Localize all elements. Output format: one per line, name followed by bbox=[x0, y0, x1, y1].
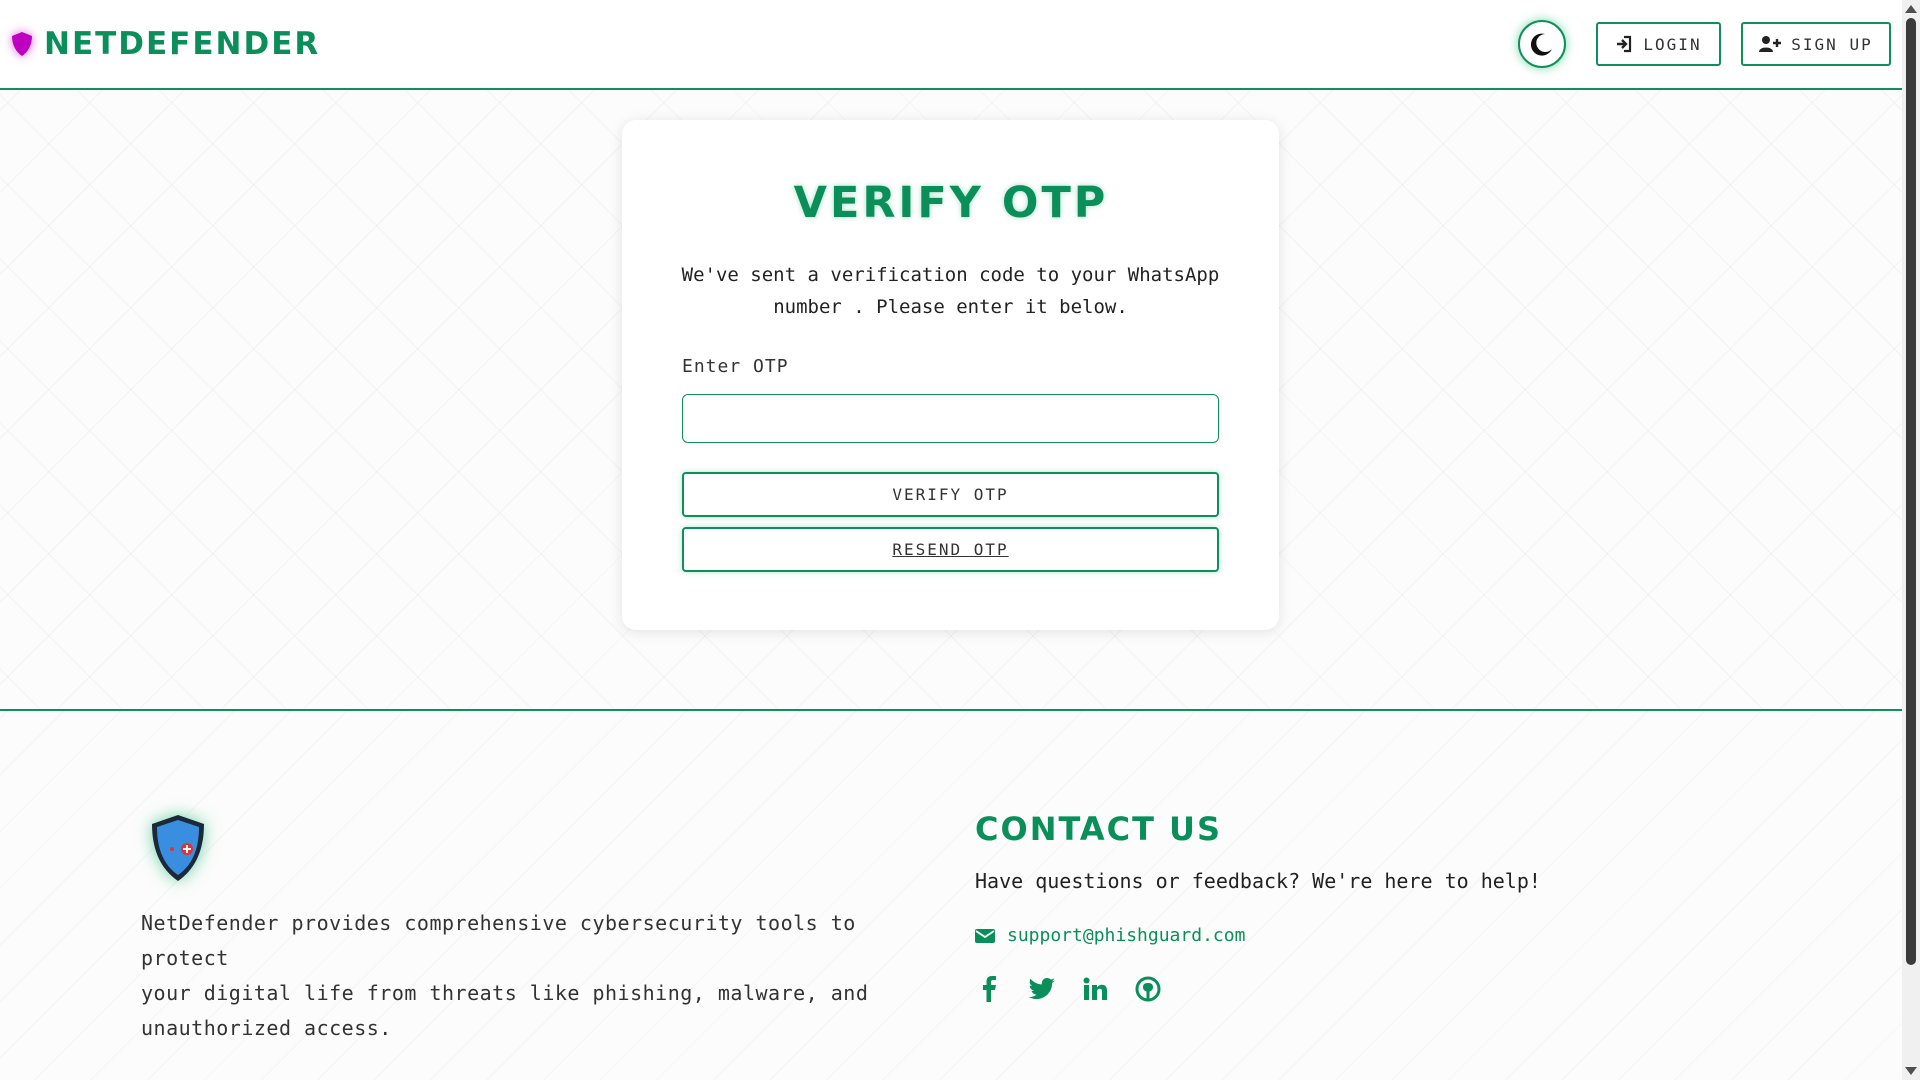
user-plus-icon bbox=[1759, 36, 1782, 52]
contact-email-link[interactable]: support@phishguard.com bbox=[975, 925, 1245, 946]
shield-icon bbox=[12, 32, 32, 56]
scrollbar-thumb[interactable] bbox=[1906, 18, 1916, 965]
about-line: your digital life from threats like phis… bbox=[141, 981, 869, 1005]
email-text: support@phishguard.com bbox=[1007, 925, 1246, 946]
about-line: unauthorized access. bbox=[141, 1016, 392, 1040]
top-navbar: NETDEFENDER LOGIN SIGN UP bbox=[0, 0, 1902, 90]
envelope-icon bbox=[975, 928, 995, 943]
github-icon[interactable] bbox=[1134, 975, 1161, 1002]
login-label: LOGIN bbox=[1643, 34, 1702, 54]
brand[interactable]: NETDEFENDER bbox=[10, 26, 320, 62]
footer-about-text: NetDefender provides comprehensive cyber… bbox=[141, 906, 941, 1046]
page: NETDEFENDER LOGIN SIGN UP VERIFY OTP We'… bbox=[0, 0, 1902, 1080]
linkedin-icon[interactable] bbox=[1081, 975, 1108, 1002]
moon-icon bbox=[1530, 33, 1552, 56]
otp-input[interactable] bbox=[682, 394, 1219, 443]
message-line: We've sent a verification code to your W… bbox=[681, 264, 1220, 286]
theme-toggle-button[interactable] bbox=[1518, 20, 1566, 68]
verify-otp-button[interactable]: VERIFY OTP bbox=[682, 472, 1219, 517]
contact-title: CONTACT US bbox=[975, 810, 1223, 848]
brand-name: NETDEFENDER bbox=[44, 26, 321, 62]
twitter-icon[interactable] bbox=[1028, 975, 1055, 1002]
shield-logo-icon bbox=[152, 815, 204, 881]
social-links bbox=[975, 975, 1161, 1002]
signup-button[interactable]: SIGN UP bbox=[1741, 22, 1891, 66]
vertical-scrollbar[interactable] bbox=[1902, 0, 1920, 1080]
message-line: number . Please enter it below. bbox=[773, 296, 1128, 318]
otp-label: Enter OTP bbox=[682, 356, 789, 377]
sign-in-icon bbox=[1617, 35, 1632, 53]
signup-label: SIGN UP bbox=[1791, 34, 1873, 54]
scroll-up-arrow-icon[interactable] bbox=[1905, 5, 1917, 13]
contact-text: Have questions or feedback? We're here t… bbox=[975, 869, 1541, 893]
resend-otp-button[interactable]: RESEND OTP bbox=[682, 527, 1219, 572]
page-title: VERIFY OTP bbox=[793, 178, 1109, 228]
facebook-icon[interactable] bbox=[975, 975, 1002, 1002]
about-line: NetDefender provides comprehensive cyber… bbox=[141, 911, 856, 970]
scroll-down-arrow-icon[interactable] bbox=[1905, 1067, 1917, 1075]
login-button[interactable]: LOGIN bbox=[1596, 22, 1721, 66]
verification-message: We've sent a verification code to your W… bbox=[680, 259, 1221, 323]
